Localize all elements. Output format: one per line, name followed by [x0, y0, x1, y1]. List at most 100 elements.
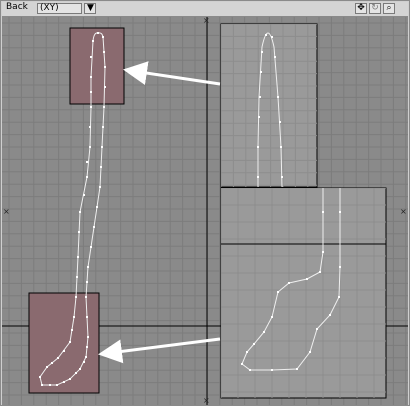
control-point[interactable]: [69, 378, 71, 380]
control-point[interactable]: [85, 296, 87, 298]
viewport-canvas[interactable]: × × × ×: [2, 17, 408, 405]
control-point[interactable]: [103, 51, 105, 53]
move-icon[interactable]: ✥: [355, 3, 367, 14]
control-point[interactable]: [96, 206, 98, 208]
control-point[interactable]: [103, 106, 105, 108]
axis-marker-left: ×: [3, 207, 10, 216]
control-point[interactable]: [97, 32, 99, 34]
control-point[interactable]: [249, 369, 251, 371]
control-point[interactable]: [279, 121, 281, 123]
control-point[interactable]: [102, 126, 104, 128]
control-point[interactable]: [274, 56, 276, 58]
control-point[interactable]: [309, 351, 311, 353]
control-point[interactable]: [83, 361, 85, 363]
control-point[interactable]: [296, 368, 298, 370]
viewport-svg: × × × ×: [2, 17, 408, 405]
control-point[interactable]: [83, 194, 85, 196]
control-point[interactable]: [288, 282, 290, 284]
control-point[interactable]: [253, 343, 255, 345]
control-point[interactable]: [41, 384, 43, 386]
magnifier-icon[interactable]: ⌕: [383, 3, 395, 14]
control-point[interactable]: [75, 372, 77, 374]
control-point[interactable]: [246, 351, 248, 353]
zoom-inset-bottom: [220, 187, 387, 399]
control-point[interactable]: [87, 266, 89, 268]
control-point[interactable]: [271, 369, 273, 371]
control-point[interactable]: [79, 368, 81, 370]
control-point[interactable]: [57, 357, 59, 359]
callout-arrow-bottom: [98, 337, 221, 364]
control-point[interactable]: [260, 71, 262, 73]
rotate-icon[interactable]: ↻: [369, 3, 381, 14]
control-point[interactable]: [63, 350, 65, 352]
control-point[interactable]: [86, 161, 88, 163]
view-label[interactable]: Back: [4, 3, 36, 14]
control-point[interactable]: [322, 251, 324, 253]
control-point[interactable]: [277, 291, 279, 293]
control-point[interactable]: [56, 384, 58, 386]
control-point[interactable]: [257, 176, 259, 178]
axis-marker-top: ×: [203, 17, 210, 25]
control-point[interactable]: [90, 106, 92, 108]
control-point[interactable]: [49, 384, 51, 386]
control-point[interactable]: [90, 76, 92, 78]
control-point[interactable]: [271, 316, 273, 318]
control-point[interactable]: [69, 341, 71, 343]
control-point[interactable]: [78, 231, 80, 233]
control-point[interactable]: [77, 256, 79, 258]
control-point[interactable]: [86, 176, 88, 178]
control-point[interactable]: [86, 316, 88, 318]
control-point[interactable]: [86, 281, 88, 283]
control-point[interactable]: [104, 86, 106, 88]
control-point[interactable]: [101, 146, 103, 148]
control-point[interactable]: [89, 126, 91, 128]
control-point[interactable]: [277, 96, 279, 98]
control-point[interactable]: [329, 314, 331, 316]
control-point[interactable]: [265, 34, 267, 36]
control-point[interactable]: [93, 226, 95, 228]
control-point[interactable]: [104, 66, 106, 68]
control-point[interactable]: [86, 346, 88, 348]
control-point[interactable]: [102, 36, 104, 38]
control-point[interactable]: [39, 376, 41, 378]
control-point[interactable]: [100, 166, 102, 168]
control-point[interactable]: [87, 336, 89, 338]
control-point[interactable]: [258, 116, 260, 118]
control-point[interactable]: [89, 146, 91, 148]
control-point[interactable]: [306, 278, 308, 280]
chevron-down-icon[interactable]: ▼: [84, 3, 96, 14]
control-point[interactable]: [85, 356, 87, 358]
highlight-region-top[interactable]: [69, 27, 125, 105]
control-point[interactable]: [92, 40, 94, 42]
control-point[interactable]: [71, 329, 73, 331]
control-point[interactable]: [241, 363, 243, 365]
control-point[interactable]: [75, 296, 77, 298]
control-point[interactable]: [263, 331, 265, 333]
control-point[interactable]: [63, 381, 65, 383]
control-point[interactable]: [99, 186, 101, 188]
control-point[interactable]: [259, 96, 261, 98]
control-point[interactable]: [319, 271, 321, 273]
control-point[interactable]: [316, 328, 318, 330]
control-point[interactable]: [339, 266, 341, 268]
control-point[interactable]: [271, 36, 273, 38]
control-point[interactable]: [280, 146, 282, 148]
control-point[interactable]: [76, 276, 78, 278]
control-point[interactable]: [338, 296, 340, 298]
control-point[interactable]: [51, 362, 53, 364]
control-point[interactable]: [261, 51, 263, 53]
control-point[interactable]: [46, 366, 48, 368]
control-point[interactable]: [281, 176, 283, 178]
control-point[interactable]: [339, 211, 341, 213]
control-point[interactable]: [79, 211, 81, 213]
control-point[interactable]: [322, 211, 324, 213]
control-point[interactable]: [90, 56, 92, 58]
axis-marker-bottom: ×: [203, 396, 210, 405]
axis-marker-right: ×: [400, 207, 407, 216]
viewport-toolbar: Back (XY) ▼ ✥ ↻ ⌕: [2, 2, 408, 17]
control-point[interactable]: [257, 146, 259, 148]
axis-select[interactable]: (XY): [37, 3, 82, 14]
control-point[interactable]: [73, 316, 75, 318]
control-point[interactable]: [90, 246, 92, 248]
control-point[interactable]: [90, 91, 92, 93]
